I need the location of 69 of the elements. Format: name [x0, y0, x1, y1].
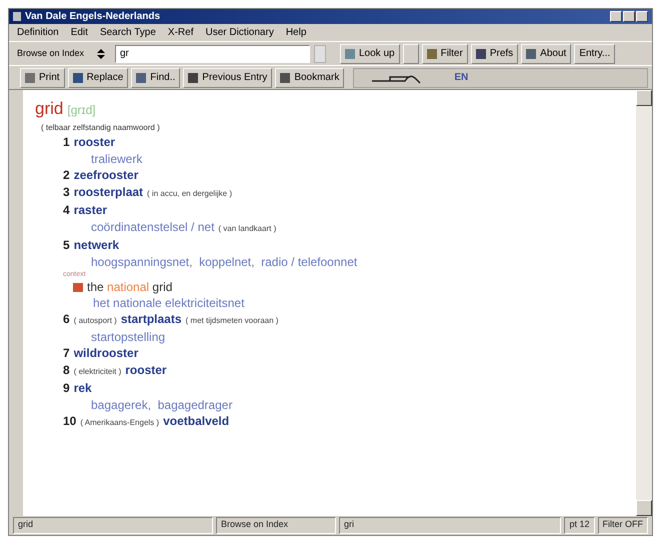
toolbar-button[interactable]: About [521, 44, 572, 64]
status-field: pt 12 [564, 517, 594, 534]
sense-note: ( in accu, en dergelijke ) [147, 188, 232, 200]
window-title: Van Dale Engels-Nederlands [25, 10, 160, 24]
sense-note: ( met tijdsmeten vooraan ) [186, 314, 278, 327]
translation: bagagerek, bagagedrager [91, 396, 232, 412]
sense-number: 8 [63, 362, 70, 378]
status-field: grid [13, 517, 213, 534]
sense-number: 10 [63, 412, 76, 430]
example-translation: het nationale elektriciteitsnet [92, 296, 246, 310]
status-field: Filter OFF [598, 517, 648, 534]
translation: coördinatenstelsel / net [91, 218, 214, 234]
sense-word[interactable]: rooster [125, 362, 167, 378]
sense-word[interactable]: raster [74, 202, 108, 218]
sense-number: 2 [63, 166, 70, 184]
language-label: EN [454, 71, 468, 85]
toolbar-button[interactable]: Entry... [574, 44, 616, 64]
menu-item[interactable]: User Dictionary [205, 25, 274, 40]
headword: grid [35, 98, 64, 120]
translation-note: ( van landkaart ) [218, 222, 276, 235]
sense-label: ( elektriciteit ) [74, 366, 122, 378]
translation: traliewerk [91, 150, 142, 166]
menu-item[interactable]: Edit [70, 25, 88, 40]
sense-label: ( Amerikaans-Engels ) [80, 416, 160, 429]
example-phrase: the national grid [87, 278, 172, 296]
sense-label: ( autosport ) [74, 314, 117, 327]
search-field[interactable]: gr [115, 44, 310, 62]
sense-number: 5 [63, 236, 70, 254]
toolbar-button[interactable]: Look up [340, 44, 400, 64]
toolbar-button[interactable]: Filter [422, 44, 468, 64]
sense-word[interactable]: rek [74, 380, 92, 396]
sense-word[interactable]: roosterplaat [74, 184, 144, 200]
menu-item[interactable]: Help [286, 25, 306, 40]
toolbar-button[interactable]: Replace [68, 68, 128, 88]
sense-number: 7 [63, 344, 70, 362]
minimize-icon[interactable] [610, 11, 622, 22]
toolbar-button[interactable]: Prefs [470, 44, 518, 64]
mode-dropdown[interactable]: Browse on Index [13, 46, 93, 60]
status-field: gri [339, 517, 562, 534]
menu-item[interactable]: X-Ref [168, 25, 194, 40]
sense-number: 9 [63, 380, 70, 396]
sense-word[interactable]: netwerk [74, 236, 120, 254]
sense-word[interactable]: rooster [74, 134, 116, 150]
sense-word[interactable]: zeefrooster [74, 166, 138, 184]
example-icon [73, 282, 83, 292]
sense-word[interactable]: startplaats [120, 310, 182, 328]
sense-number: 4 [63, 202, 70, 218]
app-icon [13, 12, 21, 21]
menu-item[interactable]: Search Type [100, 25, 156, 40]
toolbar-button[interactable]: Previous Entry [183, 68, 272, 88]
sense-number: 6 [63, 310, 70, 328]
close-icon[interactable] [636, 11, 648, 22]
scroll-down-icon[interactable] [636, 500, 652, 516]
maximize-icon[interactable] [623, 11, 635, 22]
toolbar-button[interactable]: Print [20, 68, 65, 88]
translation: startopstelling [91, 328, 166, 344]
scrollbar[interactable] [636, 90, 652, 516]
sense-word[interactable]: voetbalveld [163, 412, 230, 430]
scroll-up-icon[interactable] [636, 90, 652, 106]
toolbar-button[interactable]: Find.. [131, 68, 180, 88]
sense-number: 3 [63, 184, 70, 200]
translation: hoogspanningsnet, koppelnet, radio / telefoonnet [91, 254, 358, 270]
menu-item[interactable]: Definition [17, 25, 59, 40]
grammar-label: ( telbaar zelfstandig naamwoord ) [40, 122, 161, 134]
toolbar-button[interactable]: Bookmark [275, 68, 344, 88]
status-field: Browse on Index [216, 517, 336, 534]
sense-word[interactable]: wildrooster [74, 344, 138, 362]
sense-number: 1 [63, 134, 70, 150]
pronunciation: [grɪd] [67, 102, 96, 119]
